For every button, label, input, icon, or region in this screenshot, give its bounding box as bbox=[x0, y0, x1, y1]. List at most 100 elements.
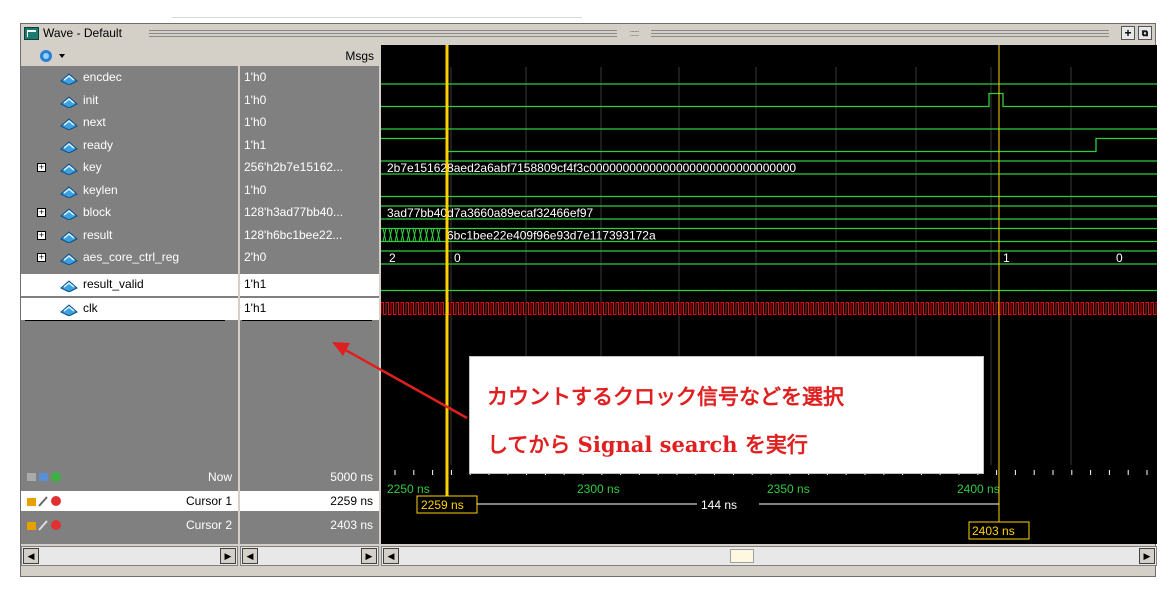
signal-row-ready[interactable]: ready bbox=[21, 135, 238, 157]
now-icons[interactable] bbox=[25, 470, 65, 484]
cursor1-value-row[interactable]: 2259 ns bbox=[240, 491, 379, 511]
title-bar: Wave - Default :::::: + ⧉ bbox=[21, 24, 1155, 43]
title-grip[interactable]: :::::: bbox=[617, 28, 651, 38]
expand-icon[interactable]: + bbox=[37, 230, 46, 240]
scroll-left-icon[interactable]: ◀ bbox=[23, 548, 39, 564]
undock-button[interactable]: ⧉ bbox=[1138, 26, 1152, 40]
wave-scroll-thumb[interactable] bbox=[730, 549, 754, 563]
scroll-right-icon[interactable]: ▶ bbox=[220, 548, 236, 564]
signal-value-row-encdec[interactable]: 1'h0 bbox=[240, 67, 379, 89]
signal-value-row-next[interactable]: 1'h0 bbox=[240, 112, 379, 134]
signal-value: 1'h0 bbox=[244, 115, 267, 129]
signal-value-row-result[interactable]: 128'h6bc1bee22... bbox=[240, 225, 379, 247]
name-pane-header bbox=[21, 45, 238, 67]
scroll-left-icon[interactable]: ◀ bbox=[242, 548, 258, 564]
signal-value-row-aes_core_ctrl_reg[interactable]: 2'h0 bbox=[240, 247, 379, 269]
wave-init bbox=[381, 92, 1157, 108]
expand-icon[interactable]: + bbox=[37, 253, 46, 262]
result-transition bbox=[424, 228, 429, 242]
signal-row-result[interactable]: + result bbox=[21, 225, 238, 247]
signal-value: 128'h3ad77bb40... bbox=[244, 205, 344, 219]
signal-name-pane: encdec init next ready + key keylen + block + resu… bbox=[21, 45, 238, 493]
signal-name: encdec bbox=[83, 70, 122, 84]
value-scrollbar[interactable]: ◀ ▶ bbox=[240, 546, 379, 566]
delta-label: 144 ns bbox=[701, 498, 737, 512]
time-tick-label: 2300 ns bbox=[577, 482, 620, 496]
signal-row-keylen[interactable]: keylen bbox=[21, 180, 238, 202]
annotation-line-2: してから Signal search を実行 bbox=[487, 432, 808, 457]
value-pane-header: Msgs bbox=[240, 45, 379, 67]
ctrl-value-1: 1 bbox=[1003, 251, 1010, 265]
signal-diamond-icon bbox=[60, 208, 78, 220]
signal-row-aes_core_ctrl_reg[interactable]: + aes_core_ctrl_reg bbox=[21, 247, 238, 269]
ctrl-value-2: 2 bbox=[389, 251, 396, 265]
wave-window-icon bbox=[24, 27, 39, 40]
signal-row-init[interactable]: init bbox=[21, 90, 238, 112]
now-value-row: 5000 ns bbox=[240, 467, 379, 487]
scroll-right-icon[interactable]: ▶ bbox=[361, 548, 377, 564]
cursor1-icons[interactable] bbox=[25, 494, 65, 508]
expand-icon[interactable]: + bbox=[37, 208, 46, 217]
cursor1-label: Cursor 1 bbox=[185, 494, 232, 508]
scroll-right-icon[interactable]: ▶ bbox=[1139, 548, 1155, 564]
cursor1-row[interactable]: Cursor 1 bbox=[21, 491, 238, 511]
signal-row-block[interactable]: + block bbox=[21, 202, 238, 224]
result-transition bbox=[412, 228, 417, 242]
result-transition bbox=[382, 228, 387, 242]
signal-row-result_valid[interactable]: result_valid bbox=[21, 273, 238, 296]
top-separator bbox=[172, 17, 582, 18]
divider bbox=[25, 319, 225, 321]
timeline-canvas[interactable]: 2250 ns 2300 ns 2350 ns 2400 ns 2259 ns 144 n… bbox=[381, 465, 1157, 544]
signal-name: ready bbox=[83, 137, 114, 152]
wave-toolbar-icon[interactable] bbox=[39, 48, 69, 64]
signal-diamond-icon bbox=[60, 279, 78, 292]
timeline-pane[interactable]: 2250 ns 2300 ns 2350 ns 2400 ns 2259 ns 144 n… bbox=[381, 465, 1157, 544]
result-transition bbox=[400, 228, 405, 242]
signal-value-row-clk[interactable]: 1'h1 bbox=[240, 297, 379, 320]
divider bbox=[242, 319, 372, 321]
signal-row-encdec[interactable]: encdec bbox=[21, 67, 238, 89]
signal-row-clk[interactable]: clk bbox=[21, 297, 238, 320]
signal-name: result_valid bbox=[83, 276, 144, 291]
add-pane-button[interactable]: + bbox=[1121, 26, 1135, 40]
cursor2-value: 2403 ns bbox=[330, 518, 373, 532]
expand-icon[interactable]: + bbox=[37, 163, 46, 172]
signal-row-key[interactable]: + key bbox=[21, 157, 238, 179]
signal-row-next[interactable]: next bbox=[21, 112, 238, 134]
signal-value: 1'h1 bbox=[244, 300, 267, 315]
wave-ready bbox=[381, 137, 1157, 153]
signal-name: block bbox=[83, 205, 112, 219]
signal-name: keylen bbox=[83, 182, 118, 197]
wave-block-value: 3ad77bb40d7a3660a89ecaf32466ef97 bbox=[387, 206, 594, 220]
signal-value-row-keylen[interactable]: 1'h0 bbox=[240, 180, 379, 202]
signal-value-row-key[interactable]: 256'h2b7e15162... bbox=[240, 157, 379, 179]
signal-value-row-init[interactable]: 1'h0 bbox=[240, 90, 379, 112]
time-tick-label: 2350 ns bbox=[767, 482, 810, 496]
result-transition bbox=[436, 228, 441, 242]
signal-diamond-icon bbox=[60, 303, 78, 316]
signal-value: 2'h0 bbox=[244, 250, 267, 264]
signal-diamond-icon bbox=[60, 140, 78, 153]
cursor2-row[interactable]: Cursor 2 bbox=[21, 515, 238, 535]
wave-scrollbar[interactable]: ◀ ▶ bbox=[381, 546, 1157, 566]
result-transition bbox=[430, 228, 435, 242]
signal-value-row-result_valid[interactable]: 1'h1 bbox=[240, 273, 379, 296]
signal-diamond-icon bbox=[60, 230, 78, 243]
signal-value-row-block[interactable]: 128'h3ad77bb40... bbox=[240, 202, 379, 224]
signal-name: key bbox=[83, 160, 102, 174]
cursor2-value-row[interactable]: 2403 ns bbox=[240, 515, 379, 535]
ctrl-value-0b: 0 bbox=[1116, 251, 1123, 265]
signal-value: 1'h0 bbox=[244, 182, 267, 197]
cursor1-flag-label: 2259 ns bbox=[421, 498, 464, 512]
annotation-line-1: カウントするクロック信号などを選択 bbox=[487, 384, 844, 409]
signal-value-row-ready[interactable]: 1'h1 bbox=[240, 135, 379, 157]
signal-diamond-icon bbox=[60, 118, 78, 130]
signal-value: 256'h2b7e15162... bbox=[244, 160, 344, 174]
signal-value: 1'h0 bbox=[244, 92, 267, 107]
signal-name: clk bbox=[83, 300, 98, 315]
window-title: Wave - Default bbox=[43, 26, 122, 40]
name-scrollbar[interactable]: ◀ ▶ bbox=[21, 546, 238, 566]
cursor2-icons[interactable] bbox=[25, 518, 65, 532]
scroll-left-icon[interactable]: ◀ bbox=[383, 548, 399, 564]
time-tick-label: 2400 ns bbox=[957, 482, 1000, 496]
